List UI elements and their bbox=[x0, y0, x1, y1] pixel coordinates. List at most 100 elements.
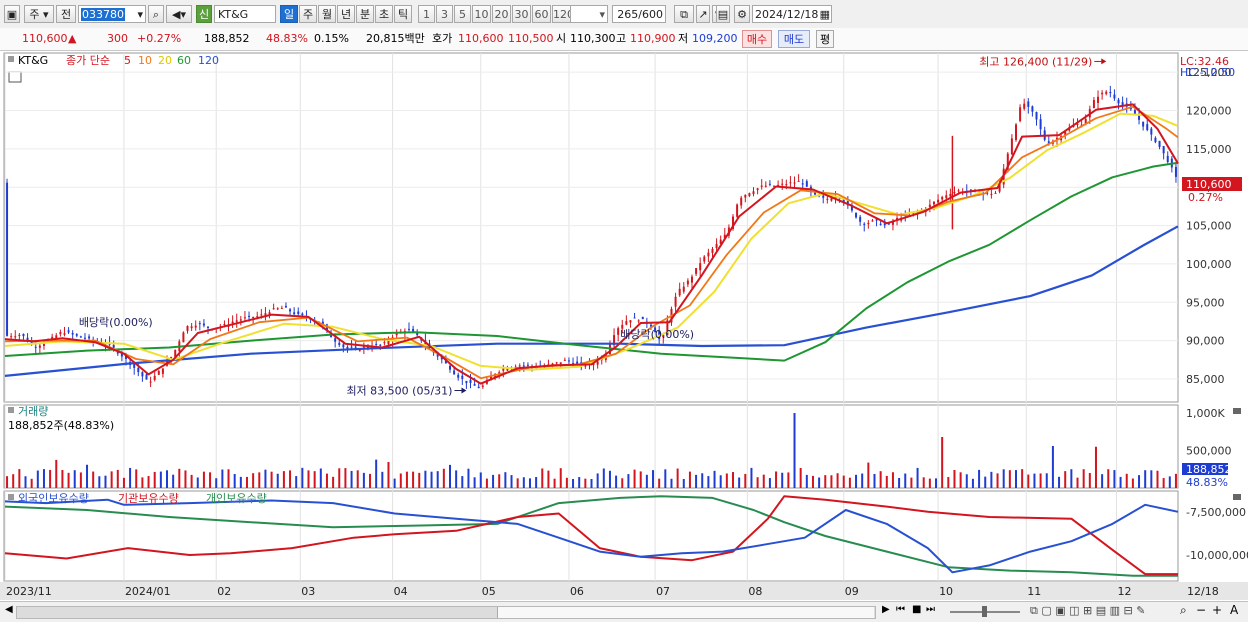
volume-bar[interactable] bbox=[356, 470, 359, 488]
candle-body[interactable] bbox=[1035, 112, 1038, 120]
volume-bar[interactable] bbox=[959, 472, 962, 488]
candle-body[interactable] bbox=[457, 374, 460, 378]
volume-bar[interactable] bbox=[830, 475, 833, 488]
volume-bar[interactable] bbox=[935, 478, 938, 488]
period-tab-4[interactable]: 분 bbox=[356, 5, 374, 23]
volume-bar[interactable] bbox=[49, 469, 52, 488]
candle-body[interactable] bbox=[522, 365, 525, 367]
volume-bar[interactable] bbox=[227, 469, 230, 488]
candle-body[interactable] bbox=[346, 346, 349, 349]
indicator-icon[interactable]: ⧉ bbox=[674, 5, 694, 23]
candle-body[interactable] bbox=[871, 220, 874, 222]
volume-bar[interactable] bbox=[719, 475, 722, 488]
candle-body[interactable] bbox=[477, 386, 480, 388]
candle-body[interactable] bbox=[198, 323, 201, 325]
candle-body[interactable] bbox=[1097, 96, 1100, 103]
volume-bar[interactable] bbox=[129, 467, 132, 488]
volume-bar[interactable] bbox=[61, 470, 64, 488]
prev-button[interactable]: 전 bbox=[56, 5, 76, 23]
candle-body[interactable] bbox=[686, 280, 689, 285]
candle-body[interactable] bbox=[1174, 166, 1177, 177]
volume-bar[interactable] bbox=[990, 471, 993, 488]
candle-body[interactable] bbox=[1162, 146, 1165, 154]
volume-bar[interactable] bbox=[781, 472, 784, 488]
candle-body[interactable] bbox=[572, 362, 575, 364]
candle-body[interactable] bbox=[563, 359, 566, 361]
scroll-left-icon[interactable]: ◀ bbox=[5, 604, 13, 615]
volume-bar[interactable] bbox=[1070, 469, 1073, 488]
candle-body[interactable] bbox=[239, 319, 242, 321]
candle-body[interactable] bbox=[855, 212, 858, 218]
candle-body[interactable] bbox=[1105, 91, 1108, 94]
candle-body[interactable] bbox=[633, 317, 636, 319]
volume-bar[interactable] bbox=[79, 472, 82, 488]
volume-bar[interactable] bbox=[787, 472, 790, 488]
candle-body[interactable] bbox=[260, 314, 263, 316]
candle-body[interactable] bbox=[937, 199, 940, 203]
volume-bar[interactable] bbox=[572, 478, 575, 488]
volume-bar[interactable] bbox=[325, 473, 328, 488]
candle-body[interactable] bbox=[822, 195, 825, 198]
calendar-icon[interactable]: ▦ bbox=[820, 6, 831, 24]
volume-bar[interactable] bbox=[1094, 446, 1097, 488]
volume-bar[interactable] bbox=[245, 476, 248, 488]
interval-button-5[interactable]: 5 bbox=[454, 5, 471, 23]
candle-body[interactable] bbox=[518, 365, 521, 367]
volume-bar[interactable] bbox=[55, 459, 58, 488]
candle-body[interactable] bbox=[1166, 155, 1169, 163]
volume-bar[interactable] bbox=[855, 474, 858, 488]
volume-bar[interactable] bbox=[98, 476, 101, 488]
volume-bar[interactable] bbox=[664, 469, 667, 488]
candle-body[interactable] bbox=[1014, 124, 1017, 140]
layout-icons[interactable]: ⧉ ▢ ▣ ◫ ⊞ ▤ ▥ ⊟ ✎ bbox=[1030, 604, 1145, 618]
candle-body[interactable] bbox=[243, 317, 246, 319]
volume-bar[interactable] bbox=[547, 470, 550, 488]
volume-bar[interactable] bbox=[344, 468, 347, 488]
volume-bar[interactable] bbox=[824, 475, 827, 488]
volume-bar[interactable] bbox=[861, 473, 864, 488]
candle-body[interactable] bbox=[1039, 119, 1042, 130]
candle-body[interactable] bbox=[449, 365, 452, 370]
period-tab-3[interactable]: 년 bbox=[337, 5, 355, 23]
candle-body[interactable] bbox=[182, 332, 185, 343]
candle-body[interactable] bbox=[629, 320, 632, 323]
volume-bar[interactable] bbox=[350, 470, 353, 488]
stock-code-input[interactable]: 033780 ▾ bbox=[78, 5, 146, 23]
candle-body[interactable] bbox=[207, 326, 210, 328]
volume-bar[interactable] bbox=[399, 473, 402, 488]
candle-body[interactable] bbox=[1150, 128, 1153, 135]
volume-bar[interactable] bbox=[276, 473, 279, 488]
volume-bar[interactable] bbox=[116, 469, 119, 488]
candle-body[interactable] bbox=[764, 185, 767, 187]
candle-body[interactable] bbox=[1019, 107, 1022, 122]
volume-bar[interactable] bbox=[805, 474, 808, 488]
volume-bar[interactable] bbox=[670, 478, 673, 488]
volume-bar[interactable] bbox=[430, 471, 433, 488]
candle-body[interactable] bbox=[699, 263, 702, 271]
interval-button-20[interactable]: 20 bbox=[492, 5, 511, 23]
volume-bar[interactable] bbox=[645, 474, 648, 488]
candle-body[interactable] bbox=[141, 372, 144, 377]
period-tab-6[interactable]: 틱 bbox=[394, 5, 412, 23]
candle-body[interactable] bbox=[949, 193, 952, 197]
last-icon[interactable]: ⏭ bbox=[926, 604, 935, 615]
volume-bar[interactable] bbox=[811, 475, 814, 488]
scrollbar-thumb[interactable] bbox=[497, 607, 874, 618]
candle-body[interactable] bbox=[145, 374, 148, 380]
candle-body[interactable] bbox=[945, 195, 948, 199]
volume-bar[interactable] bbox=[1027, 474, 1030, 488]
candle-body[interactable] bbox=[793, 182, 796, 184]
volume-bar[interactable] bbox=[42, 469, 45, 488]
candle-body[interactable] bbox=[1113, 94, 1116, 99]
candle-body[interactable] bbox=[879, 223, 882, 225]
volume-bar[interactable] bbox=[24, 476, 27, 488]
volume-bar[interactable] bbox=[122, 477, 125, 488]
candle-body[interactable] bbox=[682, 286, 685, 292]
volume-bar[interactable] bbox=[750, 467, 753, 488]
volume-bar[interactable] bbox=[405, 471, 408, 488]
holdings-close-icon[interactable] bbox=[1233, 494, 1241, 500]
volume-bar[interactable] bbox=[221, 469, 224, 488]
candle-body[interactable] bbox=[502, 368, 505, 371]
candle-body[interactable] bbox=[863, 223, 866, 225]
volume-bar[interactable] bbox=[1014, 470, 1017, 488]
